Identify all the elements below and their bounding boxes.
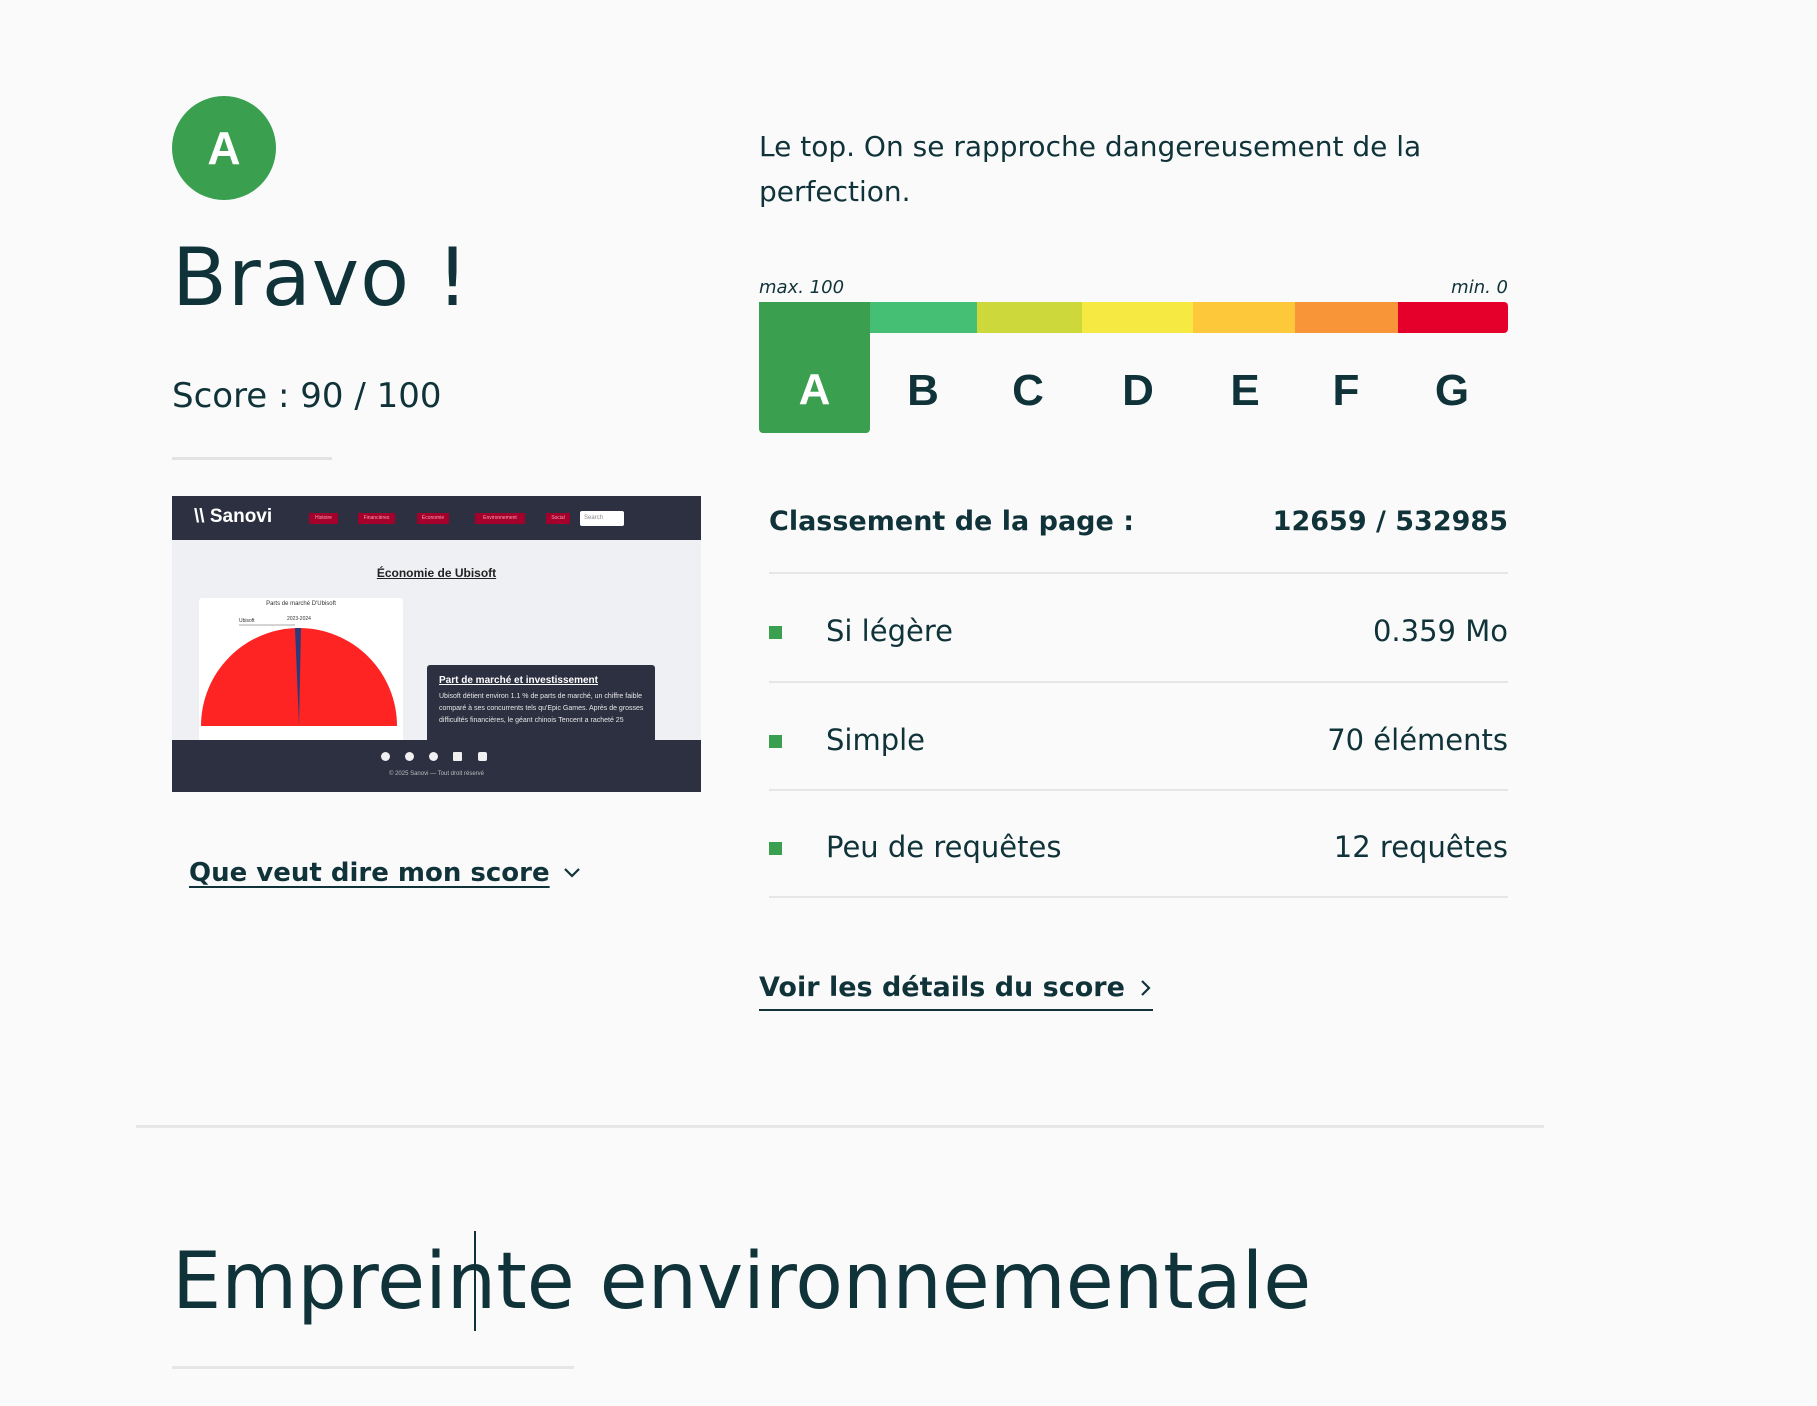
metric-value: 70 éléments [1327, 723, 1508, 757]
scale-segment-b [870, 302, 977, 333]
thumb-nav-item: Économie [417, 513, 449, 524]
scale-min-label: min. 0 [1451, 277, 1508, 298]
thumb-logo: \\ Sanovi [194, 506, 272, 528]
grade-badge-letter: A [207, 122, 241, 174]
thumb-nav-item: Financières [358, 513, 395, 524]
score-meaning-label: Que veut dire mon score [189, 858, 550, 888]
thumb-page-title: Économie de Ubisoft [376, 566, 497, 580]
metric-label: Peu de requêtes [826, 830, 1062, 864]
metric-label: Si légère [826, 614, 953, 648]
score-details-label: Voir les détails du score [759, 972, 1125, 1003]
page-screenshot: \\ Sanovi Histoire Financières Économie … [172, 496, 701, 792]
facebook-icon [381, 752, 390, 761]
metric-bullet-icon [769, 842, 782, 855]
metric-value: 0.359 Mo [1372, 614, 1508, 648]
scale-segment-e [1193, 302, 1295, 333]
thumb-info-title: Part de marché et investissement [439, 675, 598, 686]
scale-segment-d [1082, 302, 1193, 333]
grade-letter-a: A [798, 365, 831, 414]
scale-segment-g [1398, 302, 1508, 333]
score-details-link[interactable]: Voir les détails du score [759, 972, 1153, 1011]
ranking-label: Classement de la page : [769, 506, 1135, 537]
thumb-nav-item: Histoire [309, 513, 338, 524]
section-title: Empreinte environnementale [172, 1237, 1312, 1327]
youtube-icon [478, 752, 487, 761]
sanovi-logo-icon: \\ [194, 506, 205, 527]
ranking-value: 12659 / 532985 [1272, 506, 1508, 537]
metric-bullet-icon [769, 626, 782, 639]
thumb-info-text: Ubisoft détient environ 1.1 % de parts d… [439, 693, 644, 724]
grade-letter-e: E [1230, 366, 1260, 415]
metric-value: 12 requêtes [1333, 830, 1508, 864]
instagram-icon [429, 752, 438, 761]
row-divider [769, 681, 1508, 683]
row-divider [769, 896, 1508, 898]
score-meaning-toggle[interactable]: Que veut dire mon score [189, 858, 582, 888]
divider [172, 457, 332, 460]
linkedin-icon [453, 752, 462, 761]
grade-letter-b: B [907, 366, 939, 415]
row-divider [769, 572, 1508, 574]
chevron-right-icon [1141, 979, 1151, 996]
thumb-footer: © 2025 Sanovi — Tout droit réservé [172, 740, 701, 792]
grade-badge: A [172, 96, 276, 200]
thumb-chart-legend: 2023-2024 [287, 616, 311, 622]
thumb-copyright: © 2025 Sanovi — Tout droit réservé [388, 771, 485, 777]
text-cursor [474, 1231, 476, 1331]
scale-max-label: max. 100 [759, 277, 845, 298]
grade-letter-c: C [1012, 366, 1044, 415]
thumb-pie-chart: Ubisoft 2023-2024 [201, 616, 397, 726]
thumb-search: Search [580, 511, 624, 526]
grade-letter-d: D [1122, 366, 1154, 415]
thumb-brand: Sanovi [209, 506, 273, 527]
grade-scale-bar [759, 302, 1508, 333]
thumb-nav-item: Environnement [475, 513, 525, 524]
section-divider [136, 1125, 1544, 1128]
thumb-chart-card: Parts de marché D'Ubisoft Ubisoft 2023-2… [199, 598, 403, 758]
active-grade-marker: A [759, 302, 870, 433]
grade-letter-f: F [1332, 366, 1360, 415]
row-divider [769, 789, 1508, 791]
metric-bullet-icon [769, 735, 782, 748]
metric-label: Simple [826, 723, 926, 757]
score-text: Score : 90 / 100 [172, 376, 442, 416]
thumb-nav-item: Social [546, 513, 570, 524]
twitter-icon [405, 752, 414, 761]
scale-segment-f [1295, 302, 1398, 333]
result-heading: Bravo ! [172, 231, 470, 324]
scale-segment-c [977, 302, 1082, 333]
grade-letter-g: G [1434, 366, 1470, 415]
thumb-chart-label: Ubisoft [239, 618, 255, 624]
thumb-navbar: \\ Sanovi Histoire Financières Économie … [172, 496, 701, 540]
divider [172, 1366, 574, 1369]
grade-description: Le top. On se rapproche dangereusement d… [759, 130, 1422, 208]
chevron-down-icon [563, 868, 580, 878]
